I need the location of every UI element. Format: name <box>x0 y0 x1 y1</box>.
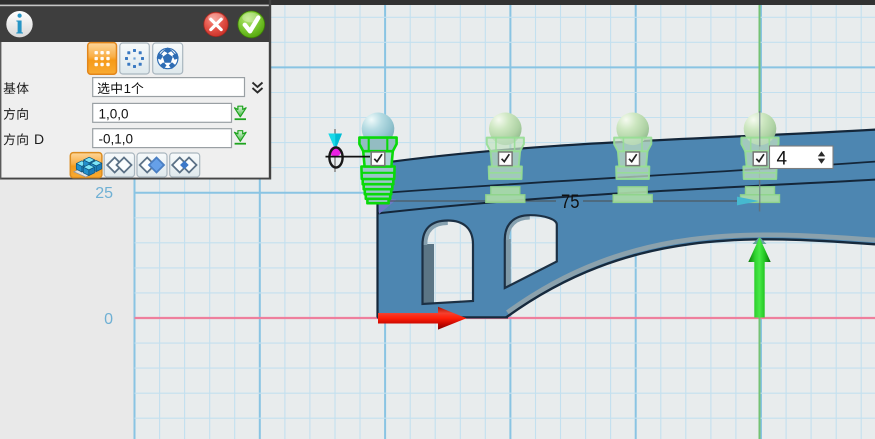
svg-text:i: i <box>16 10 24 41</box>
svg-text:4: 4 <box>777 149 788 170</box>
svg-text:0: 0 <box>104 311 113 328</box>
svg-text:25: 25 <box>95 185 113 202</box>
svg-text:1,0,0: 1,0,0 <box>99 106 129 121</box>
svg-text:D: D <box>34 131 44 147</box>
svg-text:1: 1 <box>124 81 131 96</box>
svg-text:-0,1,0: -0,1,0 <box>99 132 134 147</box>
svg-text:75: 75 <box>561 191 580 213</box>
